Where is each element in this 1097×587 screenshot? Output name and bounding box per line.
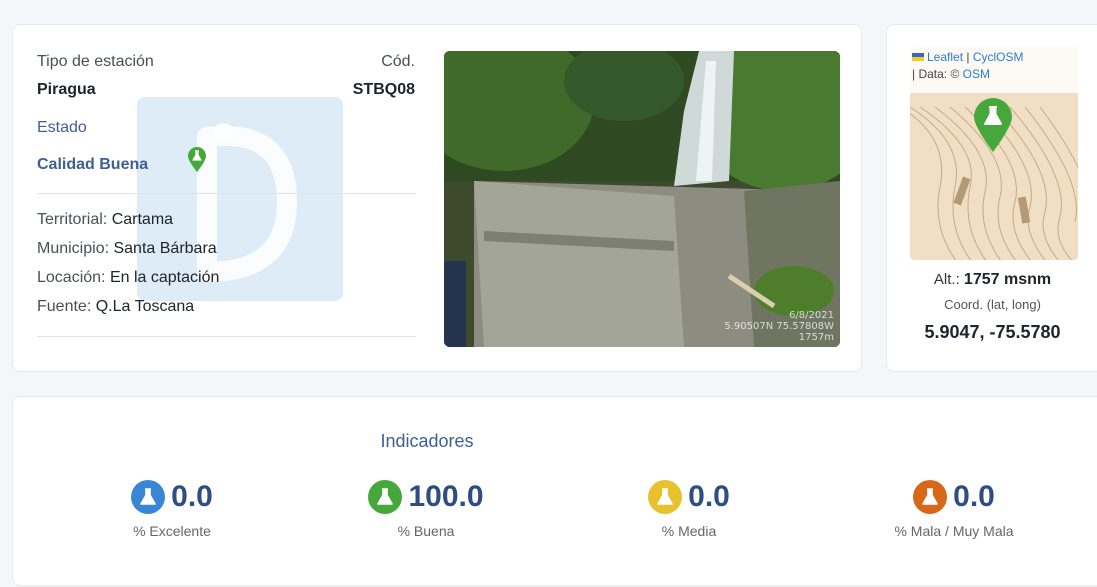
location-map[interactable]: Leaflet | CyclOSM | Data: © OSM: [910, 47, 1078, 260]
indicators-card: Indicadores 0.0 % Excelente 100.0 % Buen…: [12, 396, 1097, 586]
indicator-media: 0.0 % Media: [599, 477, 779, 539]
status-value: Calidad Buena: [37, 156, 149, 173]
flask-icon: [913, 480, 948, 514]
photo-timestamp: 6/8/2021 5.90507N 75.57808W 1757m: [724, 310, 834, 343]
station-type-label: Tipo de estación: [37, 53, 154, 70]
detail-label: Territorial:: [37, 211, 108, 228]
map-pin-flask-icon: [187, 147, 207, 178]
altitude-label: Alt.:: [933, 271, 960, 288]
indicator-label: % Media: [661, 523, 717, 539]
altitude: Alt.: 1757 msnm: [887, 271, 1097, 289]
indicator-excelente: 0.0 % Excelente: [82, 477, 262, 539]
indicator-buena: 100.0 % Buena: [336, 477, 516, 539]
station-type-value: Piragua: [37, 81, 96, 98]
indicators-title: Indicadores: [380, 431, 474, 451]
map-marker-icon[interactable]: [972, 97, 1014, 158]
detail-municipio: Municipio: Santa Bárbara: [37, 240, 217, 258]
detail-locacion: Locación: En la captación: [37, 269, 219, 287]
detail-value: Santa Bárbara: [113, 240, 217, 257]
indicator-mala: 0.0 % Mala / Muy Mala: [864, 477, 1044, 539]
detail-territorial: Territorial: Cartama: [37, 211, 173, 229]
detail-label: Locación:: [37, 269, 106, 286]
divider: [37, 193, 416, 194]
leaflet-link[interactable]: Leaflet: [927, 50, 963, 64]
flask-icon: [131, 480, 166, 514]
detail-value: Q.La Toscana: [95, 298, 195, 315]
detail-label: Municipio:: [37, 240, 110, 257]
indicator-label: % Buena: [397, 523, 455, 539]
detail-value: En la captación: [109, 269, 220, 286]
flask-icon: [648, 480, 683, 514]
map-attribution: Leaflet | CyclOSM | Data: © OSM: [910, 47, 1078, 93]
station-info-card: Tipo de estación Cód. Piragua STBQ08 Est…: [12, 24, 862, 372]
location-map-card: Leaflet | CyclOSM | Data: © OSM Alt.: 17…: [886, 24, 1097, 372]
detail-fuente: Fuente: Q.La Toscana: [37, 298, 194, 316]
data-credit: | Data: ©: [912, 67, 963, 81]
indicator-value: 100.0: [408, 480, 484, 513]
status-label: Estado: [37, 119, 87, 136]
station-photo[interactable]: 6/8/2021 5.90507N 75.57808W 1757m: [444, 51, 840, 347]
detail-label: Fuente:: [37, 298, 92, 315]
indicator-label: % Excelente: [133, 523, 211, 539]
flask-icon: [368, 480, 403, 514]
indicator-value: 0.0: [953, 480, 995, 513]
divider: [37, 336, 416, 337]
ukraine-flag-icon: [912, 53, 924, 61]
altitude-value: 1757 msnm: [963, 271, 1052, 288]
detail-value: Cartama: [111, 211, 174, 228]
coord-value: 5.9047, -75.5780: [924, 322, 1061, 342]
station-code-label: Cód.: [381, 53, 415, 70]
cyclosm-link[interactable]: CyclOSM: [973, 50, 1024, 64]
station-code-value: STBQ08: [352, 81, 415, 98]
indicator-value: 0.0: [171, 480, 213, 513]
osm-link[interactable]: OSM: [963, 67, 990, 81]
indicator-value: 0.0: [688, 480, 730, 513]
coord-label: Coord. (lat, long): [944, 297, 1041, 312]
indicator-label: % Mala / Muy Mala: [894, 523, 1014, 539]
